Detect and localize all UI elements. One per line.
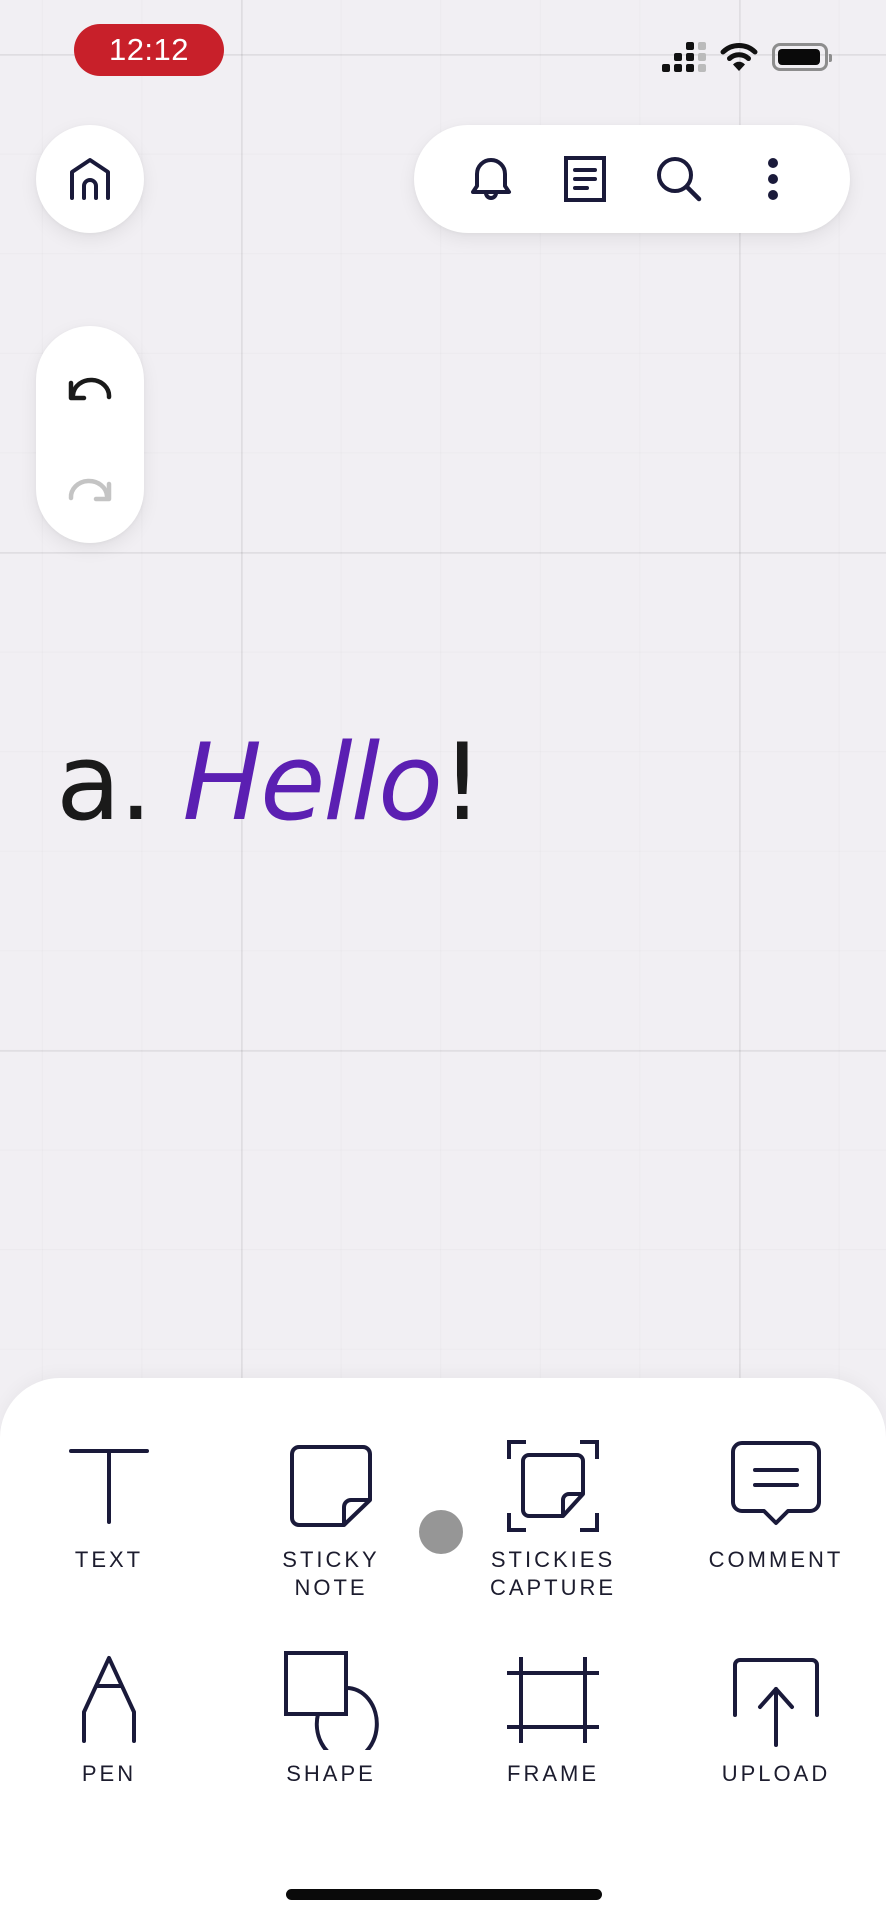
shape-icon xyxy=(281,1650,381,1750)
tool-label: PEN xyxy=(81,1761,137,1786)
home-indicator-bar[interactable] xyxy=(286,1889,602,1900)
more-options-button[interactable] xyxy=(743,149,803,209)
tool-label: STICKIES CAPTURE xyxy=(489,1547,617,1600)
text-suffix: ! xyxy=(441,721,483,844)
upload-icon xyxy=(731,1653,821,1747)
tool-label: SHAPE xyxy=(286,1761,376,1786)
board-info-button[interactable] xyxy=(555,149,615,209)
tool-stickies-capture[interactable]: STICKIES CAPTURE xyxy=(463,1436,643,1602)
text-prefix: a. xyxy=(56,721,183,844)
top-toolbar xyxy=(414,125,850,233)
tool-upload[interactable]: UPLOAD xyxy=(686,1650,866,1788)
status-icons xyxy=(662,40,832,74)
tool-label: UPLOAD xyxy=(721,1761,831,1786)
text-tool-icon xyxy=(69,1446,149,1526)
cellular-signal-icon xyxy=(662,42,706,72)
tool-comment[interactable]: COMMENT xyxy=(686,1436,866,1574)
tool-label: STICKY NOTE xyxy=(282,1547,380,1600)
tool-label: FRAME xyxy=(507,1761,599,1786)
sticky-note-icon xyxy=(289,1444,373,1528)
tool-sticky-note[interactable]: STICKY NOTE xyxy=(241,1436,421,1602)
search-button[interactable] xyxy=(649,149,709,209)
battery-icon xyxy=(772,43,832,71)
history-controls xyxy=(36,326,144,543)
redo-button[interactable] xyxy=(55,459,125,519)
redo-icon xyxy=(67,474,113,504)
canvas-text-object[interactable]: a. Hello! xyxy=(56,718,484,848)
tool-label: COMMENT xyxy=(708,1547,844,1572)
tool-pen[interactable]: PEN xyxy=(19,1650,199,1788)
home-icon xyxy=(67,156,113,202)
wifi-icon xyxy=(720,42,758,72)
search-icon xyxy=(655,155,703,203)
status-clock: 12:12 xyxy=(74,24,224,76)
tool-frame[interactable]: FRAME xyxy=(463,1650,643,1788)
touch-indicator xyxy=(419,1510,463,1554)
tool-label: TEXT xyxy=(74,1547,144,1572)
tool-text[interactable]: TEXT xyxy=(19,1436,199,1574)
tool-shape[interactable]: SHAPE xyxy=(241,1650,421,1788)
comment-icon xyxy=(730,1440,822,1532)
pen-icon xyxy=(79,1655,139,1745)
notifications-button[interactable] xyxy=(461,149,521,209)
frame-icon xyxy=(505,1655,601,1745)
document-icon xyxy=(563,155,607,203)
stickies-capture-icon xyxy=(506,1439,600,1533)
home-button[interactable] xyxy=(36,125,144,233)
undo-icon xyxy=(67,373,113,403)
bell-icon xyxy=(468,155,514,203)
more-vertical-icon xyxy=(766,156,780,202)
text-highlight: Hello xyxy=(182,721,443,844)
undo-button[interactable] xyxy=(55,358,125,418)
